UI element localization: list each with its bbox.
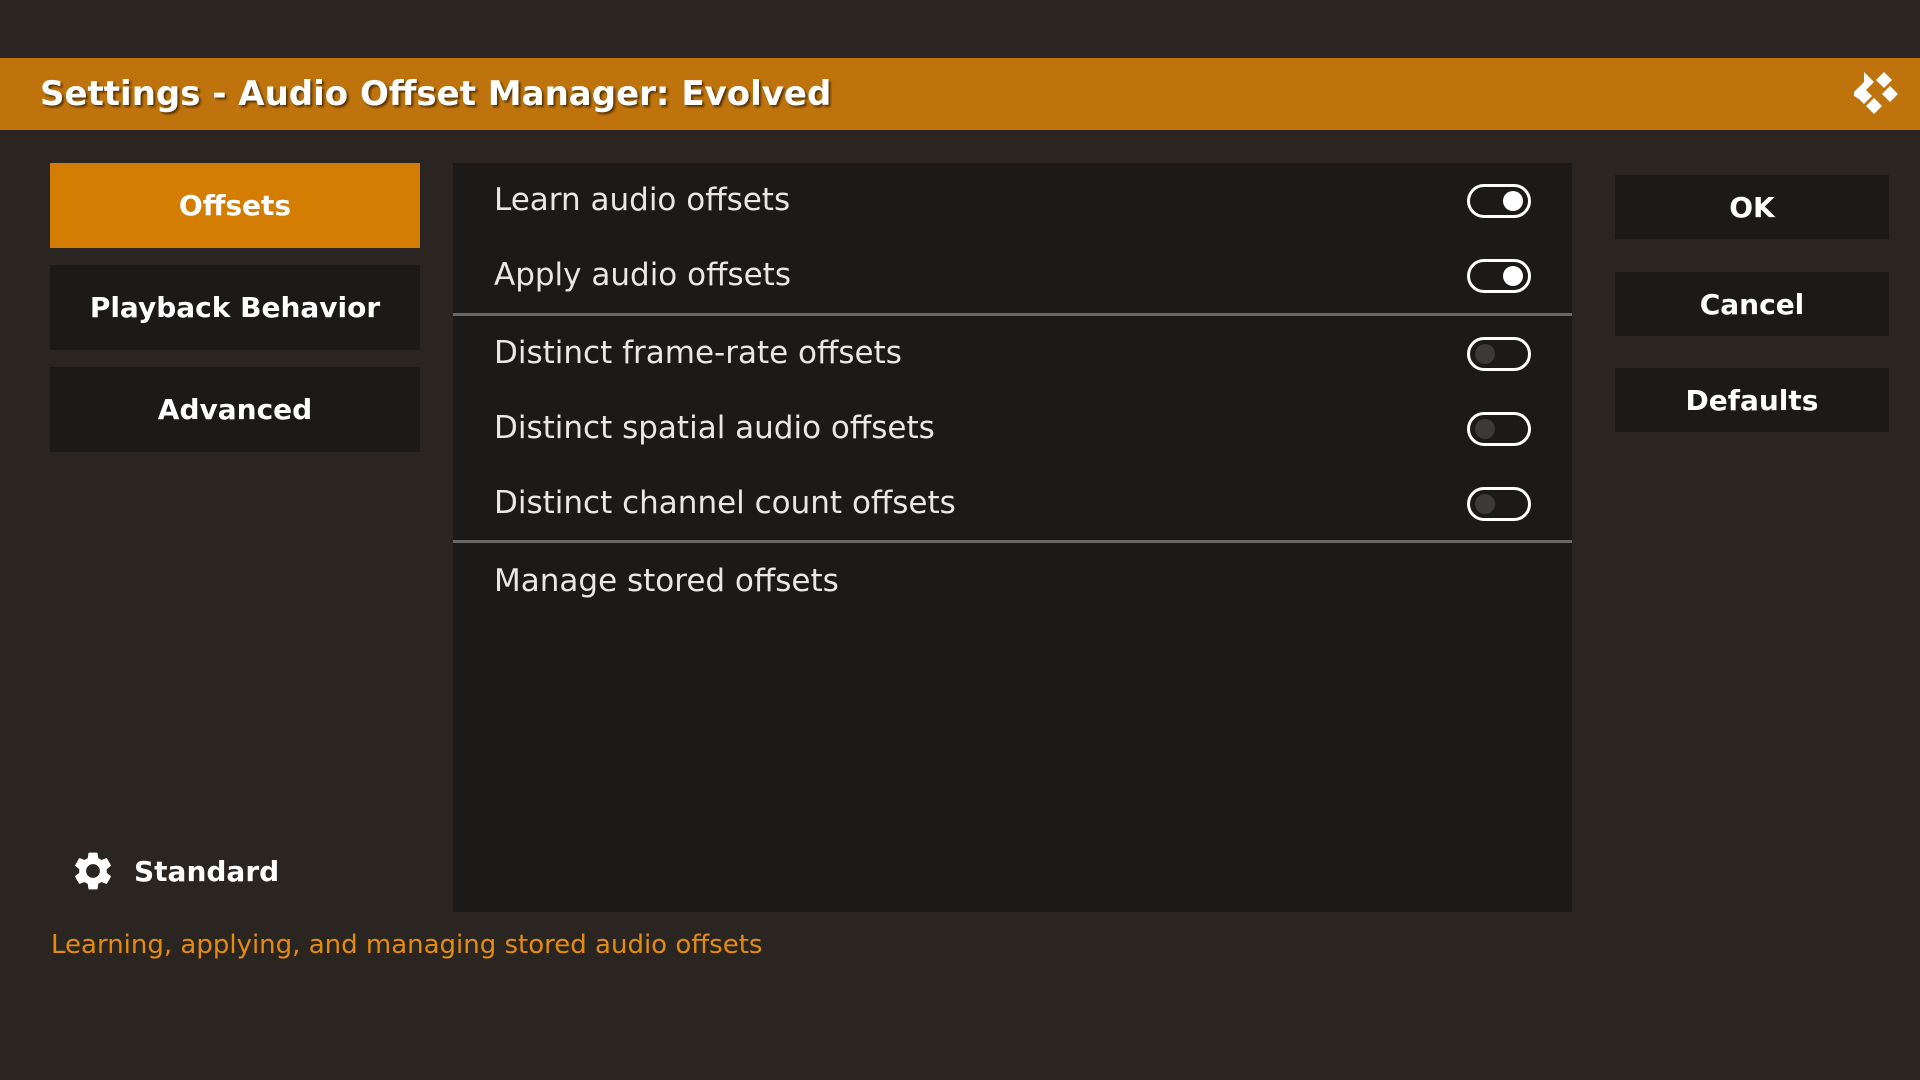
learn-audio-offsets-toggle[interactable] (1467, 184, 1531, 218)
setting-learn-audio-offsets[interactable]: Learn audio offsets (453, 163, 1572, 237)
setting-label: Distinct channel count offsets (494, 485, 956, 521)
setting-label: Distinct spatial audio offsets (494, 410, 935, 446)
defaults-button[interactable]: Defaults (1615, 368, 1889, 432)
setting-description: Learning, applying, and managing stored … (51, 930, 763, 960)
settings-level-selector[interactable]: Standard (70, 848, 279, 894)
kodi-logo-icon (1854, 72, 1898, 114)
toggle-knob (1475, 494, 1495, 514)
toggle-knob (1503, 191, 1523, 211)
ok-button[interactable]: OK (1615, 175, 1889, 239)
title-bar: Settings - Audio Offset Manager: Evolved (0, 58, 1920, 130)
setting-distinct-spatial-audio-offsets[interactable]: Distinct spatial audio offsets (453, 391, 1572, 465)
setting-distinct-frame-rate-offsets[interactable]: Distinct frame-rate offsets (453, 316, 1572, 390)
toggle-knob (1475, 344, 1495, 364)
setting-label: Distinct frame-rate offsets (494, 335, 902, 371)
cancel-button[interactable]: Cancel (1615, 272, 1889, 336)
apply-audio-offsets-toggle[interactable] (1467, 259, 1531, 293)
category-playback-behavior[interactable]: Playback Behavior (50, 265, 420, 350)
settings-panel: Learn audio offsets Apply audio offsets … (453, 163, 1572, 912)
setting-distinct-channel-count-offsets[interactable]: Distinct channel count offsets (453, 466, 1572, 540)
window-title: Settings - Audio Offset Manager: Evolved (40, 74, 832, 114)
distinct-spatial-audio-offsets-toggle[interactable] (1467, 412, 1531, 446)
setting-manage-stored-offsets[interactable]: Manage stored offsets (453, 544, 1572, 618)
distinct-frame-rate-offsets-toggle[interactable] (1467, 337, 1531, 371)
category-offsets[interactable]: Offsets (50, 163, 420, 248)
setting-label: Apply audio offsets (494, 257, 791, 293)
settings-level-label: Standard (134, 854, 280, 888)
category-advanced[interactable]: Advanced (50, 367, 420, 452)
gear-icon (75, 852, 111, 890)
toggle-knob (1503, 266, 1523, 286)
setting-label: Learn audio offsets (494, 182, 791, 218)
setting-apply-audio-offsets[interactable]: Apply audio offsets (453, 238, 1572, 312)
section-divider (453, 540, 1572, 543)
setting-label: Manage stored offsets (494, 563, 839, 599)
toggle-knob (1475, 419, 1495, 439)
distinct-channel-count-offsets-toggle[interactable] (1467, 487, 1531, 521)
